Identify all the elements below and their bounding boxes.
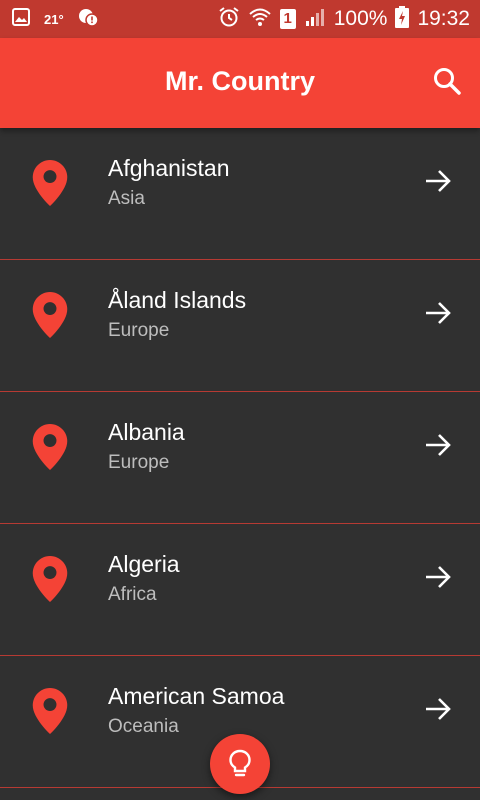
weather-icon — [78, 7, 100, 32]
arrow-right-icon[interactable] — [424, 563, 452, 591]
country-region: Oceania — [108, 716, 179, 737]
alarm-icon — [218, 6, 240, 33]
lightbulb-icon — [229, 749, 251, 777]
status-bar-left: 21° — [12, 0, 100, 38]
sim-slot-number: 1 — [283, 10, 292, 27]
clock-text: 19:32 — [417, 7, 470, 30]
image-icon — [12, 7, 30, 31]
country-list: Afghanistan Asia Åland Islands Europe Al… — [0, 128, 480, 800]
location-pin-icon — [32, 556, 68, 602]
country-list-item[interactable]: Algeria Africa — [0, 524, 480, 656]
country-region: Africa — [108, 584, 157, 605]
country-name: Afghanistan — [108, 155, 230, 181]
arrow-right-icon[interactable] — [424, 695, 452, 723]
wifi-icon — [248, 7, 272, 32]
battery-charging-icon — [395, 5, 410, 33]
location-pin-icon — [32, 292, 68, 338]
location-pin-icon — [32, 160, 68, 206]
tip-fab-button[interactable] — [210, 734, 270, 794]
country-list-item[interactable]: Åland Islands Europe — [0, 260, 480, 392]
signal-icon — [304, 7, 326, 32]
location-pin-icon — [32, 688, 68, 734]
arrow-right-icon[interactable] — [424, 431, 452, 459]
country-list-item[interactable]: Albania Europe — [0, 392, 480, 524]
status-bar: 21° 1 100% 19:32 — [0, 0, 480, 38]
country-region: Europe — [108, 320, 170, 341]
country-name: Åland Islands — [108, 287, 247, 313]
location-pin-icon — [32, 424, 68, 470]
country-name: Albania — [108, 419, 185, 445]
arrow-right-icon[interactable] — [424, 167, 452, 195]
temperature-text: 21° — [44, 11, 64, 27]
search-button[interactable] — [430, 64, 464, 98]
country-region: Asia — [108, 188, 145, 209]
battery-percent: 100% — [333, 7, 388, 30]
search-icon — [434, 68, 461, 95]
status-bar-right: 1 100% 19:32 — [218, 0, 470, 38]
arrow-right-icon[interactable] — [424, 299, 452, 327]
country-name: Algeria — [108, 551, 180, 577]
country-region: Europe — [108, 452, 170, 473]
sim-icon: 1 — [279, 9, 296, 29]
app-title: Mr. Country — [164, 66, 315, 96]
app-bar: Mr. Country — [0, 38, 480, 128]
country-name: American Samoa — [108, 683, 285, 709]
country-list-item[interactable]: Afghanistan Asia — [0, 128, 480, 260]
